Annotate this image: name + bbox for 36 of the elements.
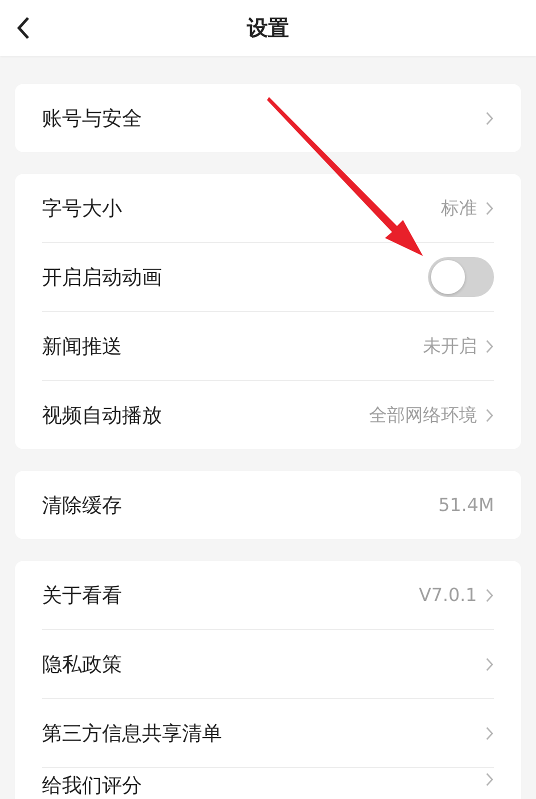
row-label: 清除缓存: [42, 492, 122, 518]
chevron-icon: [485, 200, 494, 216]
settings-row[interactable]: 清除缓存 51.4M: [42, 471, 494, 539]
settings-row[interactable]: 开启启动动画: [42, 242, 494, 311]
row-value: 标准: [441, 197, 477, 220]
settings-row[interactable]: 给我们评分: [42, 767, 494, 799]
chevron-icon: [485, 726, 494, 740]
row-value: 未开启: [423, 335, 477, 358]
row-label: 新闻推送: [42, 332, 122, 360]
row-value: 全部网络环境: [369, 404, 477, 427]
settings-row[interactable]: 视频自动播放 全部网络环境: [42, 380, 494, 449]
row-label: 字号大小: [42, 194, 122, 222]
row-label: 账号与安全: [42, 104, 142, 132]
settings-row[interactable]: 第三方信息共享清单: [42, 698, 494, 767]
chevron-icon: [485, 772, 494, 787]
row-value: V7.0.1: [418, 584, 477, 606]
back-icon[interactable]: [16, 16, 30, 40]
row-label: 给我们评分: [42, 772, 142, 799]
toggle-switch[interactable]: [428, 257, 494, 297]
chevron-icon: [485, 110, 494, 126]
row-label: 视频自动播放: [42, 402, 162, 428]
row-label: 关于看看: [42, 582, 122, 608]
page-title: 设置: [247, 15, 289, 42]
settings-row[interactable]: 新闻推送 未开启: [42, 311, 494, 380]
settings-row[interactable]: 隐私政策: [42, 629, 494, 698]
settings-row[interactable]: 关于看看 V7.0.1: [42, 561, 494, 629]
chevron-icon: [485, 338, 494, 354]
row-label: 隐私政策: [42, 650, 122, 678]
settings-row[interactable]: 字号大小 标准: [42, 174, 494, 242]
chevron-icon: [485, 408, 494, 422]
chevron-icon: [485, 656, 494, 672]
row-value: 51.4M: [438, 494, 494, 516]
settings-row[interactable]: 账号与安全: [42, 84, 494, 152]
chevron-icon: [485, 588, 494, 602]
row-label: 第三方信息共享清单: [42, 720, 222, 746]
row-label: 开启启动动画: [42, 264, 162, 290]
